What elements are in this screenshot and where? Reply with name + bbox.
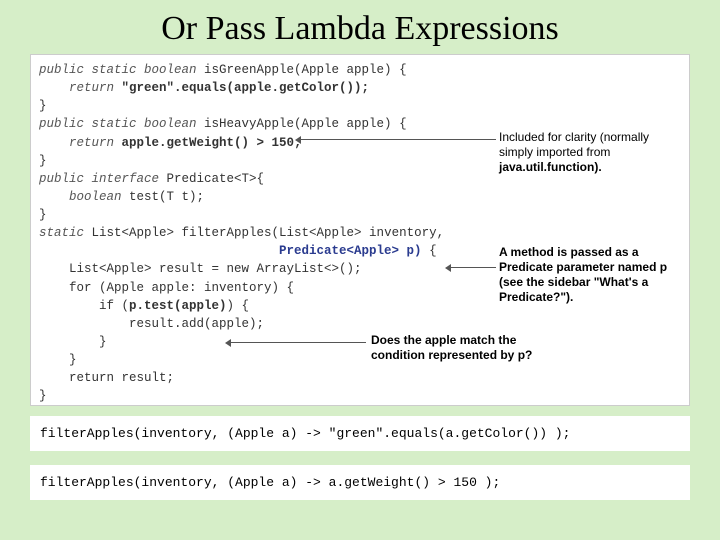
code-l4a: public static boolean [39,117,204,131]
code-l14c: ) { [227,299,250,313]
code-l5a: return [39,136,122,150]
code-l2a: return [39,81,122,95]
code-l19: } [39,389,47,403]
note1-line2: simply imported from [499,145,610,159]
code-l1b: isGreenApple(Apple apple) [204,63,392,77]
code-l8b: test(T t); [129,190,204,204]
code-l11: Predicate<Apple> p) [39,244,422,258]
code-l10a: static [39,226,92,240]
code-l1c: { [392,63,407,77]
code-l4c: { [392,117,407,131]
note1-line1: Included for clarity (normally [499,130,649,144]
code-l10b: List<Apple> filterApples(List<Apple> inv… [92,226,445,240]
code-l14b: p.test(apple) [129,299,227,313]
arrow-note2 [451,267,496,268]
example-green: filterApples(inventory, (Apple a) -> "gr… [30,416,690,451]
arrow-note1 [301,139,496,140]
examples-section: filterApples(inventory, (Apple a) -> "gr… [30,416,690,500]
slide-title: Or Pass Lambda Expressions [0,0,720,54]
code-l18: return result; [39,371,174,385]
code-l13: for (Apple apple: inventory) { [39,281,294,295]
code-l7a: public interface [39,172,167,186]
code-l2b: "green".equals(apple.getColor()); [122,81,370,95]
code-l15: result.add(apple); [39,317,264,331]
code-l17: } [39,353,77,367]
code-l3: } [39,99,47,113]
example-weight: filterApples(inventory, (Apple a) -> a.g… [30,465,690,500]
arrow-note3 [231,342,366,343]
code-l12: List<Apple> result = new ArrayList<>(); [39,262,362,276]
code-l7c: { [257,172,265,186]
code-l7b: Predicate<T> [167,172,257,186]
code-l1a: public static boolean [39,63,204,77]
code-l6: } [39,154,47,168]
code-l9: } [39,208,47,222]
code-l11b: { [422,244,437,258]
annotation-clarity: Included for clarity (normally simply im… [499,130,674,175]
code-l5b: apple.getWeight() > 150; [122,136,302,150]
annotation-predicate-param: A method is passed as a Predicate parame… [499,245,679,305]
code-l8a: boolean [39,190,129,204]
note1-line3: java.util.function). [499,160,602,174]
code-l4b: isHeavyApple(Apple apple) [204,117,392,131]
annotation-test-condition: Does the apple match the condition repre… [371,333,571,363]
code-diagram: public static boolean isGreenApple(Apple… [30,54,690,406]
code-l14a: if ( [39,299,129,313]
code-l16: } [39,335,107,349]
